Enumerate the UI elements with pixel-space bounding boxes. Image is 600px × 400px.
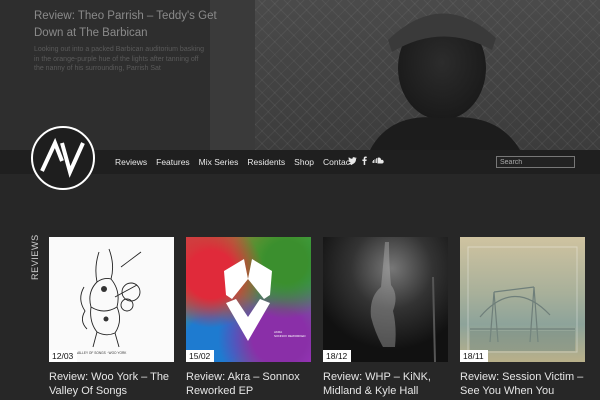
review-thumbnail[interactable]: 18/11 (460, 237, 585, 362)
woo-york-artwork-image: THE VALLEY OF SONGS · WOO YORK (69, 248, 142, 355)
section-label-reviews: REVIEWS (30, 234, 40, 280)
review-thumbnail[interactable]: 18/12 (323, 237, 448, 362)
av-logo-icon (40, 137, 85, 178)
hero-excerpt: Looking out into a packed Barbican audit… (34, 46, 205, 72)
twitter-icon[interactable] (348, 156, 357, 168)
review-card[interactable]: 18/12 Review: WHP – KiNK, Midland & Kyle… (323, 237, 448, 398)
hero-artist-photo (370, 13, 520, 150)
review-thumbnail[interactable]: THE VALLEY OF SONGS · WOO YORK 12/03 (49, 237, 174, 362)
social-links (348, 156, 384, 168)
review-thumbnail[interactable]: AKRA SONNOX REWORKED 15/02 (186, 237, 311, 362)
review-title[interactable]: Review: WHP – KiNK, Midland & Kyle Hall (323, 370, 453, 398)
main-nav: Reviews Features Mix Series Residents Sh… (115, 150, 361, 174)
svg-text:THE VALLEY OF SONGS · WOO YORK: THE VALLEY OF SONGS · WOO YORK (69, 351, 127, 355)
nav-item-residents[interactable]: Residents (247, 157, 285, 167)
review-title[interactable]: Review: Akra – Sonnox Reworked EP (186, 370, 316, 398)
review-date-badge: 12/03 (49, 350, 77, 362)
review-card[interactable]: AKRA SONNOX REWORKED 15/02 Review: Akra … (186, 237, 311, 398)
review-title[interactable]: Review: Session Victim – See You When Yo… (460, 370, 590, 398)
review-card[interactable]: 18/11 Review: Session Victim – See You W… (460, 237, 585, 398)
hero-title[interactable]: Review: Theo Parrish – Teddy's Get Down … (34, 8, 224, 42)
nav-item-reviews[interactable]: Reviews (115, 157, 147, 167)
svg-text:SONNOX REWORKED: SONNOX REWORKED (274, 334, 306, 338)
review-date-badge: 18/12 (323, 350, 351, 362)
review-card[interactable]: THE VALLEY OF SONGS · WOO YORK 12/03 Rev… (49, 237, 174, 398)
soundcloud-icon[interactable] (371, 157, 384, 167)
review-date-badge: 15/02 (186, 350, 214, 362)
akra-artwork-image: AKRA SONNOX REWORKED (224, 259, 306, 341)
facebook-icon[interactable] (362, 156, 367, 168)
session-victim-artwork-image (467, 246, 578, 353)
nav-item-mix-series[interactable]: Mix Series (199, 157, 239, 167)
nav-item-features[interactable]: Features (156, 157, 190, 167)
nav-item-shop[interactable]: Shop (294, 157, 314, 167)
whp-artwork-image (370, 242, 436, 362)
review-title[interactable]: Review: Woo York – The Valley Of Songs (49, 370, 179, 398)
search-input[interactable] (496, 156, 575, 168)
site-logo[interactable] (31, 126, 95, 190)
review-date-badge: 18/11 (460, 350, 488, 362)
